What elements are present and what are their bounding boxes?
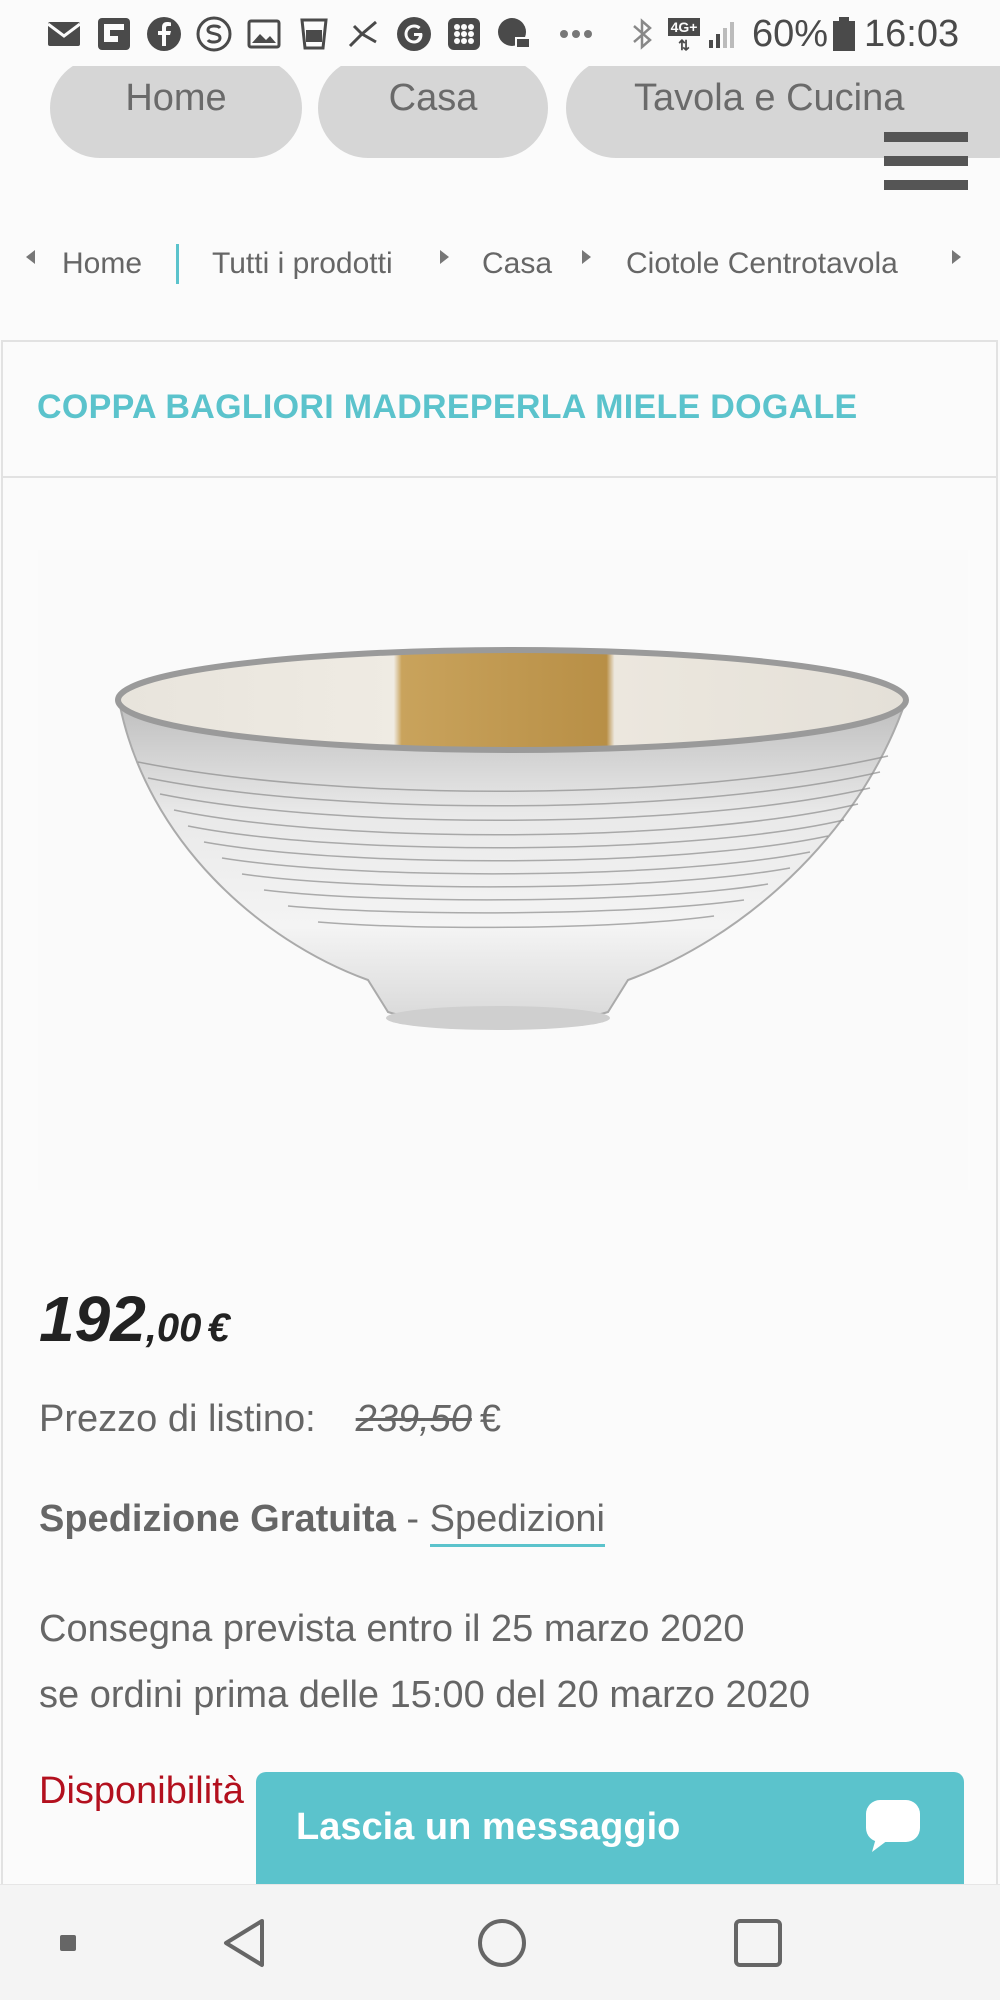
google-icon xyxy=(396,16,432,52)
product-card: COPPA BAGLIORI MADREPERLA MIELE DOGALE 1… xyxy=(1,340,998,2000)
chat-label: Lascia un messaggio xyxy=(296,1806,681,1848)
breadcrumb-arrow-icon xyxy=(582,250,591,264)
battery-icon xyxy=(826,16,855,52)
breadcrumb-casa[interactable]: Casa xyxy=(482,244,552,284)
product-title: COPPA BAGLIORI MADREPERLA MIELE DOGALE xyxy=(37,388,858,426)
availability-status: Disponibilità xyxy=(39,1770,244,1812)
overview-square-icon[interactable] xyxy=(730,1915,786,1971)
list-price: Prezzo di listino: 239,50 € xyxy=(39,1398,501,1441)
breadcrumb-back-arrow-icon xyxy=(26,250,35,264)
list-price-old: 239,50 xyxy=(355,1398,472,1440)
nav-pill-home[interactable]: Home xyxy=(50,66,302,158)
product-image[interactable] xyxy=(38,550,968,1190)
breadcrumb: Home Tutti i prodotti Casa Ciotole Centr… xyxy=(0,230,1000,300)
delivery-line-1: Consegna prevista entro il 25 marzo 2020 xyxy=(39,1608,745,1650)
breadcrumb-tutti-prodotti[interactable]: Tutti i prodotti xyxy=(212,244,393,284)
shipping-info: Spedizione Gratuita - Spedizioni xyxy=(39,1498,605,1547)
breadcrumb-arrow-icon xyxy=(952,250,961,264)
chat-bubble-icon xyxy=(862,1794,924,1856)
price-decimal: ,00 xyxy=(145,1306,202,1350)
recent-dot-icon[interactable] xyxy=(58,1933,78,1953)
shipping-link[interactable]: Spedizioni xyxy=(429,1498,605,1547)
cup-icon xyxy=(296,16,332,52)
product-title-box: COPPA BAGLIORI MADREPERLA MIELE DOGALE xyxy=(3,342,996,478)
chat-app-icon xyxy=(496,16,532,52)
product-price: 192,00 € xyxy=(39,1282,230,1356)
status-bar: 4G+ ⇅ 60% 16:03 xyxy=(0,0,1000,66)
home-circle-icon[interactable] xyxy=(474,1915,530,1971)
network-4g-icon: 4G+ ⇅ xyxy=(668,16,700,52)
system-nav-bar xyxy=(0,1884,1000,2000)
more-dots-icon xyxy=(558,16,594,52)
breadcrumb-ciotole[interactable]: Ciotole Centrotavola xyxy=(626,244,898,284)
price-currency: € xyxy=(207,1306,230,1350)
delivery-line-2: se ordini prima delle 15:00 del 20 marzo… xyxy=(39,1674,811,1716)
bowl-image xyxy=(115,647,909,1030)
price-integer: 192 xyxy=(39,1283,146,1355)
clock: 16:03 xyxy=(864,13,960,55)
gallery-icon xyxy=(246,16,282,52)
bluetooth-icon xyxy=(624,16,660,52)
signal-icon xyxy=(706,16,742,52)
top-nav: Home Casa Tavola e Cucina xyxy=(0,66,1000,186)
delivery-estimate: Consegna prevista entro il 25 marzo 2020… xyxy=(39,1596,810,1728)
list-price-label: Prezzo di listino: xyxy=(39,1398,316,1440)
back-icon[interactable] xyxy=(218,1915,274,1971)
grid-app-icon xyxy=(446,16,482,52)
mail-icon xyxy=(46,16,82,52)
battery-percent: 60% xyxy=(752,13,829,55)
nav-pill-casa[interactable]: Casa xyxy=(318,66,548,158)
flipboard-icon xyxy=(96,16,132,52)
skype-icon xyxy=(196,16,232,52)
breadcrumb-home[interactable]: Home xyxy=(62,244,142,284)
breadcrumb-arrow-icon xyxy=(440,250,449,264)
breadcrumb-divider xyxy=(176,244,179,284)
chat-widget-button[interactable]: Lascia un messaggio xyxy=(256,1772,964,1884)
hamburger-menu-icon[interactable] xyxy=(884,132,968,192)
shipping-free-label: Spedizione Gratuita xyxy=(39,1498,396,1540)
list-price-currency: € xyxy=(479,1398,502,1440)
facebook-icon xyxy=(146,16,182,52)
dancer-icon xyxy=(346,16,382,52)
shipping-separator: - xyxy=(395,1498,430,1540)
